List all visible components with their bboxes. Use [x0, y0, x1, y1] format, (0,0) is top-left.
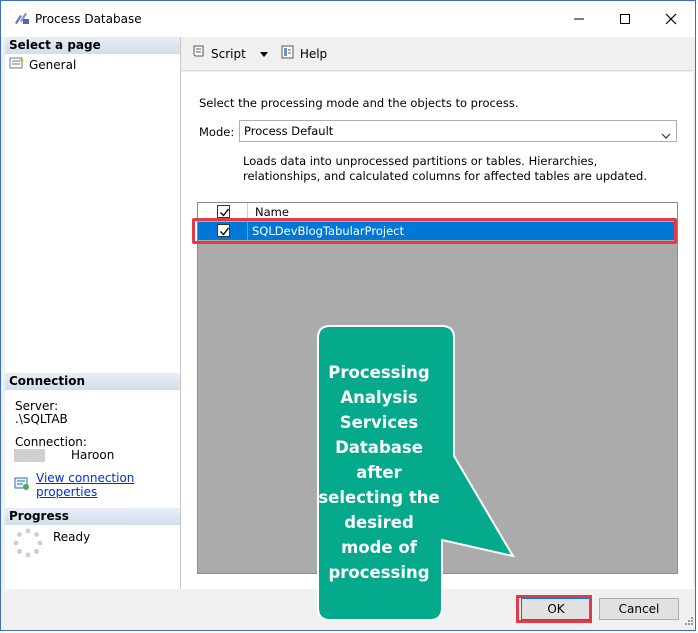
view-connection-properties[interactable]: View connection properties — [14, 471, 180, 499]
progress-status: Ready — [13, 528, 90, 561]
script-dropdown-icon[interactable] — [259, 47, 268, 61]
close-icon — [665, 13, 677, 25]
progress-header: Progress — [5, 508, 180, 525]
maximize-icon — [620, 14, 630, 24]
resize-grip-icon[interactable] — [683, 614, 693, 628]
help-button[interactable]: Help — [276, 42, 331, 65]
minimize-icon — [574, 18, 584, 20]
title-bar[interactable]: Process Database — [1, 1, 695, 37]
select-all-checkbox[interactable] — [217, 205, 230, 218]
view-connection-properties-link[interactable]: View connection properties — [36, 471, 180, 499]
cancel-button[interactable]: Cancel — [599, 598, 679, 620]
server-value: .\SQLTAB — [15, 412, 68, 426]
left-pane: Select a page General Connection Server:… — [5, 37, 181, 589]
window-title: Process Database — [35, 12, 142, 26]
mode-label: Mode: — [199, 125, 235, 139]
connection-properties-icon — [14, 477, 30, 494]
toolbar: Script Help — [181, 37, 693, 71]
mode-select-value: Process Default — [244, 124, 334, 138]
name-column-header[interactable]: Name — [255, 205, 289, 219]
connection-value: Haroon — [71, 448, 115, 462]
mode-description: Loads data into unprocessed partitions o… — [243, 154, 648, 183]
spinner-icon — [13, 528, 43, 561]
server-label: Server: — [15, 399, 59, 413]
connection-label: Connection: — [15, 435, 87, 449]
ok-highlight-annotation — [516, 595, 592, 623]
properties-icon — [9, 56, 25, 73]
close-button[interactable] — [648, 1, 694, 37]
chevron-down-icon — [661, 126, 671, 146]
callout-text: Processing Analysis Services Database af… — [318, 363, 440, 582]
help-icon — [280, 44, 296, 63]
cube-process-icon — [13, 11, 31, 27]
script-button[interactable]: Script — [187, 42, 250, 65]
mode-select[interactable]: Process Default — [239, 120, 677, 142]
minimize-button[interactable] — [556, 1, 602, 37]
page-item-general[interactable]: General — [9, 56, 76, 73]
instruction-text: Select the processing mode and the objec… — [199, 96, 519, 110]
select-page-header: Select a page — [5, 37, 180, 54]
script-icon — [191, 44, 207, 63]
maximize-button[interactable] — [602, 1, 648, 37]
page-item-label: General — [29, 57, 77, 72]
progress-status-text: Ready — [53, 530, 91, 544]
help-label: Help — [299, 46, 328, 61]
connection-header: Connection — [5, 373, 180, 390]
redacted-username — [14, 449, 45, 462]
script-label: Script — [211, 46, 246, 61]
row-highlight-annotation — [192, 218, 677, 244]
dialog-footer: OK Cancel — [181, 589, 695, 630]
